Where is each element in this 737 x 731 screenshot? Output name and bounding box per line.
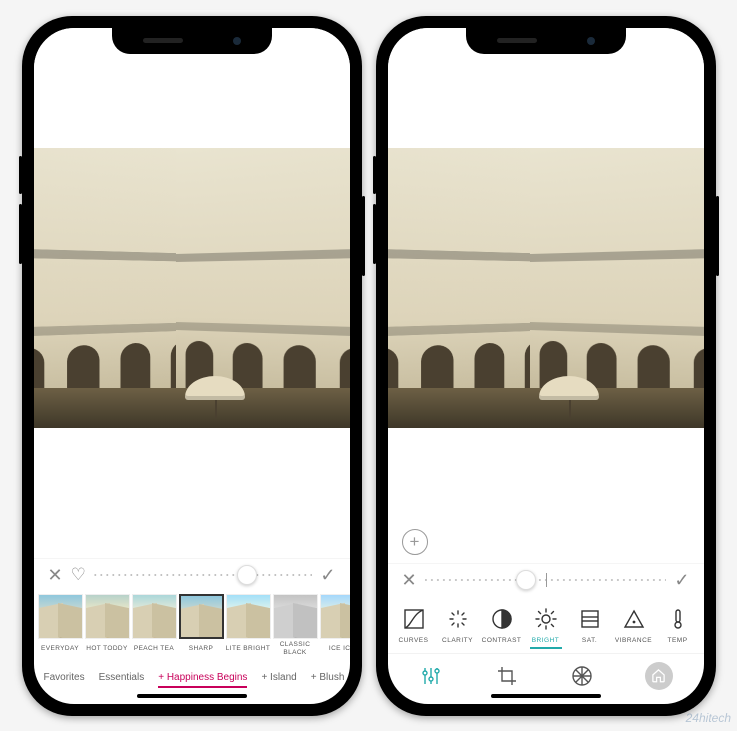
- adjust-label: SAT.: [568, 637, 612, 644]
- slider-thumb[interactable]: [237, 565, 257, 585]
- phone-left: ✕ ♡ ✓ EVERYDAYHOT TODDYPEACH TEASHARPLIT…: [22, 16, 362, 716]
- hw-volume-up: [373, 156, 376, 194]
- filter-label: ICE ICE: [320, 642, 350, 656]
- home-indicator[interactable]: [137, 694, 247, 698]
- cancel-button[interactable]: ✕: [402, 570, 417, 591]
- temp-icon: [656, 605, 700, 633]
- tab-sliders[interactable]: [418, 663, 444, 689]
- adjust-vibrance[interactable]: VIBRANCE: [612, 605, 656, 649]
- hw-volume-down: [19, 204, 22, 264]
- filter-thumb: [38, 594, 83, 639]
- bright-icon: [524, 605, 568, 633]
- notch: [466, 28, 626, 54]
- notch: [112, 28, 272, 54]
- mid-space: +: [388, 428, 704, 563]
- filter-thumb: [226, 594, 271, 639]
- hw-volume-up: [19, 156, 22, 194]
- filter-ice-ice[interactable]: ICE ICE: [320, 594, 350, 656]
- clarity-icon: [436, 605, 480, 633]
- adjust-label: CURVES: [392, 637, 436, 644]
- adjust-clarity[interactable]: CLARITY: [436, 605, 480, 649]
- phone-right: + ✕ ✓ CURVESCLARITYCONTRASTBRIGHTSAT.VIB…: [376, 16, 716, 716]
- collection-essentials[interactable]: Essentials: [99, 672, 145, 683]
- intensity-slider[interactable]: [94, 565, 313, 585]
- screen-right: + ✕ ✓ CURVESCLARITYCONTRASTBRIGHTSAT.VIB…: [388, 28, 704, 704]
- filter-everyday[interactable]: EVERYDAY: [38, 594, 83, 656]
- collection-favorites[interactable]: Favorites: [44, 672, 85, 683]
- filter-thumb: [85, 594, 130, 639]
- hw-power: [716, 196, 719, 276]
- filter-thumb: [320, 594, 350, 639]
- adjust-bright[interactable]: BRIGHT: [524, 605, 568, 649]
- mid-space: [34, 428, 350, 558]
- adjust-curves[interactable]: CURVES: [392, 605, 436, 649]
- filter-label: SHARP: [179, 642, 224, 656]
- filter-label: EVERYDAY: [38, 642, 83, 656]
- home-button[interactable]: [645, 662, 673, 690]
- adjust-label: CONTRAST: [480, 637, 524, 644]
- wheel-icon: [570, 664, 594, 688]
- intensity-slider-row: ✕ ♡ ✓: [34, 558, 350, 594]
- vibrance-icon: [612, 605, 656, 633]
- screen-left: ✕ ♡ ✓ EVERYDAYHOT TODDYPEACH TEASHARPLIT…: [34, 28, 350, 704]
- confirm-button[interactable]: ✓: [320, 565, 335, 586]
- filter-label: CLASSIC BLACK: [273, 642, 318, 656]
- home-indicator[interactable]: [491, 694, 601, 698]
- filter-peach-tea[interactable]: PEACH TEA: [132, 594, 177, 656]
- contrast-icon: [480, 605, 524, 633]
- adjust-contrast[interactable]: CONTRAST: [480, 605, 524, 649]
- adjust-label: VIBRANCE: [612, 637, 656, 644]
- adjust-temp[interactable]: TEMP: [656, 605, 700, 649]
- filter-lite-bright[interactable]: LITE BRIGHT: [226, 594, 271, 656]
- edited-photo[interactable]: [34, 148, 350, 428]
- adjust-label: BRIGHT: [524, 637, 568, 644]
- hw-volume-down: [373, 204, 376, 264]
- filter-sharp[interactable]: SHARP: [179, 594, 224, 656]
- tab-crop[interactable]: [494, 663, 520, 689]
- collection-island[interactable]: + Island: [261, 672, 296, 683]
- sat-icon: [568, 605, 612, 633]
- adjust-strip[interactable]: CURVESCLARITYCONTRASTBRIGHTSAT.VIBRANCET…: [388, 599, 704, 653]
- filter-thumb: [132, 594, 177, 639]
- sliders-icon: [419, 664, 443, 688]
- filter-label: LITE BRIGHT: [226, 642, 271, 656]
- filter-label: PEACH TEA: [132, 642, 177, 656]
- tab-wheel[interactable]: [569, 663, 595, 689]
- collection-happiness-begins[interactable]: + Happiness Begins: [158, 672, 247, 683]
- filter-label: HOT TODDY: [85, 642, 130, 656]
- add-button[interactable]: +: [402, 529, 428, 555]
- adjust-slider-row: ✕ ✓: [388, 563, 704, 599]
- slider-thumb[interactable]: [516, 570, 536, 590]
- adjust-sat[interactable]: SAT.: [568, 605, 612, 649]
- filter-thumb: [273, 594, 318, 639]
- edited-photo[interactable]: [388, 148, 704, 428]
- crop-icon: [495, 664, 519, 688]
- filter-hot-toddy[interactable]: HOT TODDY: [85, 594, 130, 656]
- hw-power: [362, 196, 365, 276]
- filter-classic-black[interactable]: CLASSIC BLACK: [273, 594, 318, 656]
- adjust-slider[interactable]: [425, 570, 667, 590]
- adjust-label: TEMP: [656, 637, 700, 644]
- filter-strip[interactable]: EVERYDAYHOT TODDYPEACH TEASHARPLITE BRIG…: [34, 594, 350, 656]
- filter-thumb: [179, 594, 224, 639]
- adjust-label: CLARITY: [436, 637, 480, 644]
- home-icon: [651, 668, 666, 683]
- watermark: 24hitech: [686, 711, 731, 725]
- collection-blush[interactable]: + Blush: [311, 672, 345, 683]
- curves-icon: [392, 605, 436, 633]
- confirm-button[interactable]: ✓: [674, 570, 689, 591]
- favorite-button[interactable]: ♡: [71, 565, 86, 585]
- cancel-button[interactable]: ✕: [48, 565, 63, 586]
